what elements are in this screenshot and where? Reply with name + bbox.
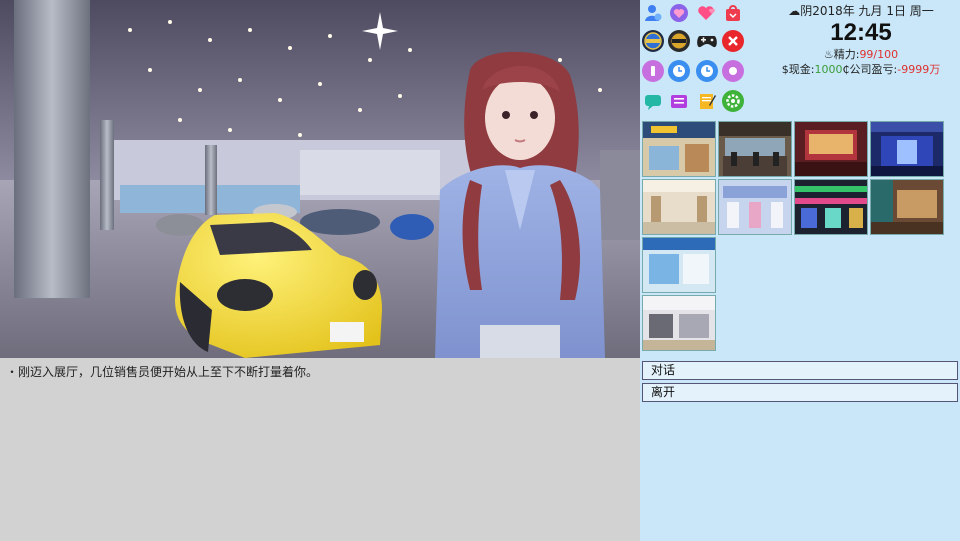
close-icon[interactable] xyxy=(722,30,744,52)
settings-icon[interactable] xyxy=(722,90,744,112)
action-list: 对话 离开 xyxy=(642,361,958,405)
hearts-icon[interactable] xyxy=(696,2,718,24)
location-store[interactable] xyxy=(718,179,792,235)
location-arcade[interactable] xyxy=(794,179,868,235)
clock-icon[interactable] xyxy=(668,60,690,82)
badge-gold-icon[interactable] xyxy=(668,30,690,52)
status-box: ☁阴2018年 九月 1日 周一 12:45 ♨精力:99/100 $现金:10… xyxy=(766,4,956,77)
energy-label: 精力: xyxy=(833,48,860,61)
bag-icon[interactable] xyxy=(722,2,744,24)
cash-value: 1000 xyxy=(814,63,843,76)
company-label: ₵公司盈亏: xyxy=(842,63,898,76)
clock-icon[interactable] xyxy=(696,60,718,82)
notepad-icon[interactable] xyxy=(696,90,718,112)
talk-button[interactable]: 对话 xyxy=(642,361,958,380)
date-line: ☁阴2018年 九月 1日 周一 xyxy=(766,4,956,19)
message-panel: ・刚迈入展厅，几位销售员便开始从上至下不断打量着你。 xyxy=(0,358,640,541)
location-mall[interactable] xyxy=(642,121,716,177)
showroom-scene-image xyxy=(0,0,640,358)
location-office[interactable] xyxy=(870,179,944,235)
date-text: 阴2018年 九月 1日 周一 xyxy=(800,4,934,18)
chat-icon[interactable] xyxy=(642,90,664,112)
energy-icon: ♨ xyxy=(823,48,834,61)
tv-icon[interactable] xyxy=(668,90,690,112)
user-icon[interactable] xyxy=(642,2,664,24)
cosmetics-icon[interactable] xyxy=(642,60,664,82)
gamepad-icon[interactable] xyxy=(696,30,718,52)
clock-time: 12:45 xyxy=(830,19,892,46)
location-atrium[interactable] xyxy=(642,295,716,351)
toolbar-icons xyxy=(640,0,772,118)
location-shop[interactable] xyxy=(642,237,716,293)
leave-button[interactable]: 离开 xyxy=(642,383,958,402)
heart-ring-icon[interactable] xyxy=(668,2,690,24)
company-value: -9999万 xyxy=(897,63,941,76)
location-lobby[interactable] xyxy=(642,179,716,235)
scene-message: ・刚迈入展厅，几位销售员便开始从上至下不断打量着你。 xyxy=(6,365,319,379)
money-line: $现金:1000₵公司盈亏:-9999万 xyxy=(766,62,956,77)
cash-label: $现金: xyxy=(781,63,815,76)
side-panel: ☁阴2018年 九月 1日 周一 12:45 ♨精力:99/100 $现金:10… xyxy=(640,0,960,541)
location-bar[interactable] xyxy=(794,121,868,177)
scene-viewport xyxy=(0,0,640,358)
energy-value: 99/100 xyxy=(859,48,899,61)
party-icon[interactable] xyxy=(722,60,744,82)
location-gym[interactable] xyxy=(718,121,792,177)
energy-line: ♨精力:99/100 xyxy=(766,47,956,62)
location-club[interactable] xyxy=(870,121,944,177)
badge-blue-icon[interactable] xyxy=(642,30,664,52)
cloud-icon: ☁ xyxy=(788,4,801,18)
